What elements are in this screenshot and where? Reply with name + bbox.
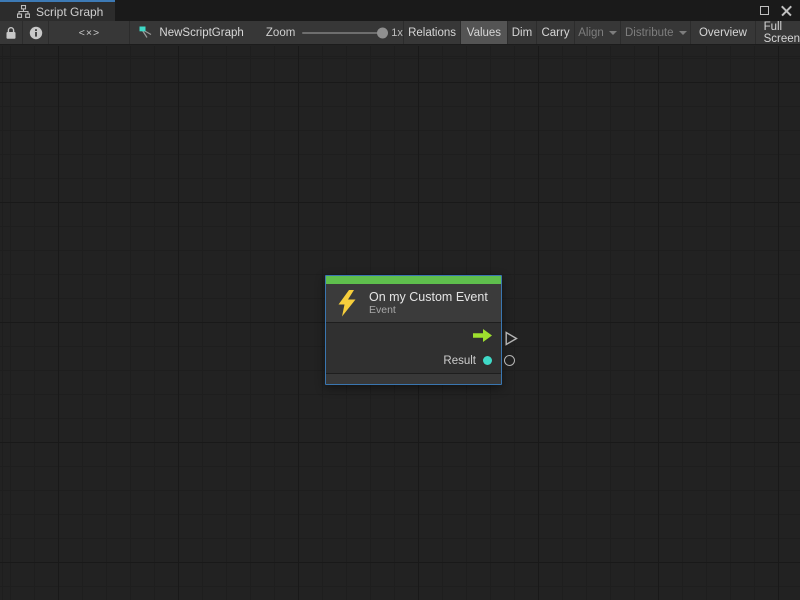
relations-toggle[interactable]: Relations: [403, 21, 461, 44]
align-label: Align: [578, 27, 604, 39]
overview-button[interactable]: Overview: [691, 21, 755, 44]
zoom-slider[interactable]: [302, 21, 384, 45]
align-dropdown[interactable]: Align: [575, 21, 621, 44]
external-flow-port[interactable]: [505, 331, 518, 346]
value-port-dot-icon[interactable]: [483, 356, 492, 365]
node-on-my-custom-event[interactable]: On my Custom Event Event Result: [325, 275, 502, 385]
lock-button[interactable]: [0, 21, 23, 44]
chevron-down-icon: [609, 31, 617, 35]
window-controls: [744, 0, 800, 21]
zoom-to-fit-button[interactable]: <×>: [49, 21, 130, 44]
distribute-dropdown[interactable]: Distribute: [621, 21, 691, 44]
hierarchy-icon: [17, 5, 30, 18]
chevron-down-icon: [679, 31, 687, 35]
node-header[interactable]: On my Custom Event Event: [326, 284, 501, 323]
tab-title: Script Graph: [36, 5, 103, 19]
info-button[interactable]: [23, 21, 50, 44]
node-subtitle: Event: [369, 304, 488, 317]
fullscreen-button[interactable]: Full Screen: [756, 21, 800, 44]
zoom-label: Zoom: [266, 27, 295, 39]
flow-output-port-row[interactable]: [326, 323, 501, 348]
script-graph-window: Script Graph <×>: [0, 0, 800, 600]
external-value-port[interactable]: [504, 355, 515, 366]
relations-label: Relations: [408, 27, 456, 39]
graph-name-label: NewScriptGraph: [159, 27, 243, 39]
node-body: Result: [326, 323, 501, 373]
graph-canvas[interactable]: On my Custom Event Event Result: [0, 46, 800, 600]
zoom-value: 1x: [391, 27, 403, 39]
lock-icon: [5, 26, 17, 40]
node-title-block: On my Custom Event Event: [369, 290, 488, 317]
info-icon: [29, 26, 43, 40]
flow-port-triangle-icon: [505, 331, 518, 346]
dim-label: Dim: [512, 27, 532, 39]
close-icon[interactable]: [781, 5, 792, 16]
window-menu-icon[interactable]: [744, 2, 748, 20]
graph-name-section[interactable]: NewScriptGraph: [130, 21, 259, 44]
node-title: On my Custom Event: [369, 290, 488, 304]
result-port-label: Result: [443, 355, 476, 367]
tab-script-graph[interactable]: Script Graph: [0, 0, 115, 21]
carry-label: Carry: [541, 27, 569, 39]
values-label: Values: [467, 27, 501, 39]
dim-toggle[interactable]: Dim: [508, 21, 538, 44]
graph-toolbar: <×> NewScriptGraph Zoom 1x Relations Val…: [0, 21, 800, 45]
maximize-icon[interactable]: [760, 6, 769, 15]
value-output-port-row[interactable]: Result: [326, 348, 501, 373]
zoom-slider-track[interactable]: [302, 32, 384, 34]
zoom-control: Zoom 1x: [259, 21, 403, 44]
node-accent-bar: [326, 276, 501, 284]
flow-arrow-icon: [473, 329, 492, 342]
graph-icon: [139, 26, 153, 39]
overview-label: Overview: [699, 27, 747, 39]
angle-x-icon: <×>: [79, 27, 100, 39]
lightning-bolt-icon: [337, 290, 357, 317]
fullscreen-label: Full Screen: [764, 21, 800, 45]
values-toggle[interactable]: Values: [461, 21, 507, 44]
node-footer: [326, 373, 501, 384]
title-bar: Script Graph: [0, 0, 800, 21]
zoom-slider-handle[interactable]: [377, 27, 388, 38]
distribute-label: Distribute: [625, 27, 674, 39]
titlebar-spacer: [115, 0, 744, 21]
carry-toggle[interactable]: Carry: [537, 21, 575, 44]
